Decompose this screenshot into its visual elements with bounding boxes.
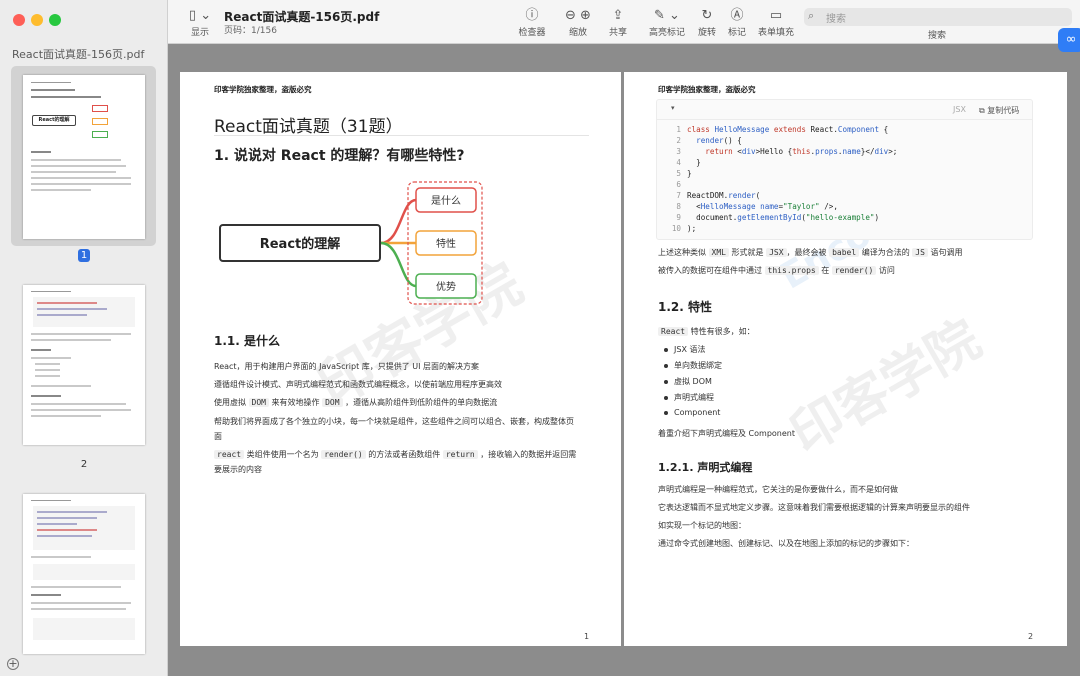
code-block: ▾ JSX ⧉ 复制代码 1 class HelloMessage extends… bbox=[656, 99, 1033, 240]
paragraph: 着重介绍下声明式编程及 Component bbox=[658, 429, 795, 438]
view-menu-button[interactable]: ▯ ⌄ 显示 bbox=[182, 7, 218, 38]
code-line: 1 class HelloMessage extends React.Compon… bbox=[676, 125, 889, 134]
toolbar: ▯ ⌄ 显示 React面试真题-156页.pdf 页码：1/156 ⓘ 检查器… bbox=[168, 0, 1080, 44]
mindmap-branch-features: 特性 bbox=[436, 237, 456, 250]
code-toolbar: ▾ JSX ⧉ 复制代码 bbox=[657, 100, 1032, 120]
paragraph: 面 bbox=[214, 432, 222, 441]
thumbnail-page-2[interactable] bbox=[23, 285, 145, 445]
list-item: Component bbox=[664, 408, 720, 417]
code-line: 9 document.getElementById("hello-example… bbox=[676, 213, 880, 222]
paragraph: 通过命令式创建地图、创建标记、以及在地图上添加的标记的步骤如下： bbox=[658, 539, 914, 548]
view-label: 显示 bbox=[190, 28, 209, 38]
thumbnail-page-1[interactable]: React的理解 bbox=[23, 75, 145, 239]
search-label: 搜索 bbox=[928, 31, 947, 41]
list-item: 单向数据绑定 bbox=[664, 360, 722, 371]
paragraph: React 特性有很多，如： bbox=[658, 326, 755, 337]
markup-button[interactable]: Ⓐ 标记 bbox=[724, 7, 750, 38]
zoom-window-button[interactable] bbox=[49, 14, 61, 26]
paragraph: 声明式编程是一种编程范式，它关注的是你要做什么，而不是如何做 bbox=[658, 485, 898, 494]
zoom-button[interactable]: ⊖ ⊕ 缩放 bbox=[558, 7, 598, 38]
cloud-app-icon[interactable]: ∞ bbox=[1058, 28, 1080, 52]
markup-icon: Ⓐ bbox=[730, 8, 744, 23]
paragraph: 被传入的数据可在组件中通过 this.props 在 render() 访问 bbox=[658, 266, 895, 275]
page-title: React面试真题（31题） bbox=[214, 117, 403, 137]
page-header: 印客学院独家整理，盗版必究 bbox=[214, 85, 312, 94]
code-line: 2 render() { bbox=[676, 136, 742, 145]
share-icon: ⇪ bbox=[612, 8, 624, 23]
paragraph: 上述这种类似 XML 形式就是 JSX ，最终会被 babel 编译为合法的 JS… bbox=[658, 248, 963, 257]
mindmap-branch-what: 是什么 bbox=[431, 195, 461, 207]
preview-window: React面试真题-156页.pdf React的理解 1 2 + ▯ ⌄ 显示… bbox=[0, 0, 1080, 676]
minimize-button[interactable] bbox=[31, 14, 43, 26]
sidebar-toggle-icon: ▯ ⌄ bbox=[188, 8, 212, 23]
code-line: 6 bbox=[676, 180, 681, 189]
title-rule bbox=[214, 135, 589, 136]
thumbnail-label-1: 1 bbox=[78, 249, 90, 262]
paragraph: 它表达逻辑而不显式地定义步骤。这意味着我们需要根据逻辑的计算来声明要显示的组件 bbox=[658, 503, 970, 512]
rotate-icon: ↻ bbox=[701, 8, 713, 23]
mindmap-branch-advantages: 优势 bbox=[436, 280, 456, 293]
highlight-icon: ✎ ⌄ bbox=[654, 8, 680, 23]
mindmap-diagram: React的理解 是什么 特性 优势 bbox=[219, 181, 483, 305]
code-line: 4 } bbox=[676, 158, 701, 167]
zoom-icon: ⊖ ⊕ bbox=[565, 8, 591, 23]
watermark: 印客学院 bbox=[780, 309, 991, 466]
paragraph: react 类组件使用一个名为 render() 的方法或者函数组件 retur… bbox=[214, 449, 576, 460]
paragraph: 使用虚拟 DOM 来有效地操作 DOM ，遵循从高阶组件到低阶组件的单向数据流 bbox=[214, 398, 498, 407]
mindmap-center: React的理解 bbox=[260, 236, 341, 252]
code-line: 7 ReactDOM.render( bbox=[676, 191, 761, 200]
section-heading: 1.1. 是什么 bbox=[214, 334, 280, 348]
close-button[interactable] bbox=[13, 14, 25, 26]
search-field[interactable]: ⌕ 搜索 bbox=[804, 8, 1072, 26]
form-icon: ▭ bbox=[769, 8, 783, 23]
code-language: JSX bbox=[953, 105, 966, 114]
question-heading: 1. 说说对 React 的理解？有哪些特性? bbox=[214, 148, 465, 164]
copy-code-button[interactable]: ⧉ 复制代码 bbox=[979, 105, 1019, 116]
search-placeholder: 搜索 bbox=[826, 14, 846, 25]
list-item: JSX 语法 bbox=[664, 344, 705, 355]
add-page-button[interactable]: + bbox=[7, 658, 19, 670]
thumbnail-label-2: 2 bbox=[80, 459, 88, 470]
page-header: 印客学院独家整理，盗版必究 bbox=[658, 85, 756, 94]
page-number: 2 bbox=[1028, 632, 1034, 641]
thumbnail-page-3[interactable] bbox=[23, 494, 145, 654]
code-line: 8 <HelloMessage name="Taylor" />, bbox=[676, 202, 838, 211]
pdf-page-2: EncodeStudio 印客学院 印客学院独家整理，盗版必究 ▾ JSX ⧉ … bbox=[624, 72, 1067, 646]
inspector-button[interactable]: ⓘ 检查器 bbox=[514, 7, 550, 38]
pdf-page-1: 印客学院 印客学院独家整理，盗版必究 React面试真题（31题） 1. 说说对… bbox=[180, 72, 621, 646]
list-item: 声明式编程 bbox=[664, 392, 714, 403]
section-heading: 1.2. 特性 bbox=[658, 300, 712, 314]
paragraph: 要展示的内容 bbox=[214, 465, 262, 474]
subsection-heading: 1.2.1. 声明式编程 bbox=[658, 461, 753, 474]
info-icon: ⓘ bbox=[525, 8, 539, 23]
paragraph: 如实现一个标记的地图： bbox=[658, 521, 746, 530]
form-fill-button[interactable]: ▭ 表单填充 bbox=[756, 7, 796, 38]
code-line: 3 return <div>Hello {this.props.name}</d… bbox=[676, 147, 898, 156]
highlight-button[interactable]: ✎ ⌄ 高亮标记 bbox=[644, 7, 690, 38]
search-icon: ⌕ bbox=[808, 9, 815, 22]
page-number: 1 bbox=[584, 632, 590, 641]
paragraph: 遵循组件设计模式、声明式编程范式和函数式编程概念，以使前端应用程序更高效 bbox=[214, 380, 502, 389]
sidebar-doc-title: React面试真题-156页.pdf bbox=[12, 48, 145, 61]
thumbnail-sidebar: React面试真题-156页.pdf React的理解 1 2 + bbox=[0, 0, 168, 676]
code-line: 5} bbox=[676, 169, 692, 178]
share-button[interactable]: ⇪ 共享 bbox=[604, 7, 632, 38]
code-line: 10); bbox=[671, 224, 697, 233]
collapse-icon[interactable]: ▾ bbox=[671, 104, 675, 112]
paragraph: React，用于构建用户界面的 JavaScript 库，只提供了 UI 层面的… bbox=[214, 362, 480, 371]
page-indicator: 页码：1/156 bbox=[224, 26, 277, 36]
list-item: 虚拟 DOM bbox=[664, 376, 712, 387]
rotate-button[interactable]: ↻ 旋转 bbox=[694, 7, 720, 38]
paragraph: 帮助我们将界面成了各个独立的小块，每一个块就是组件，这些组件之间可以组合、嵌套，… bbox=[214, 417, 574, 426]
